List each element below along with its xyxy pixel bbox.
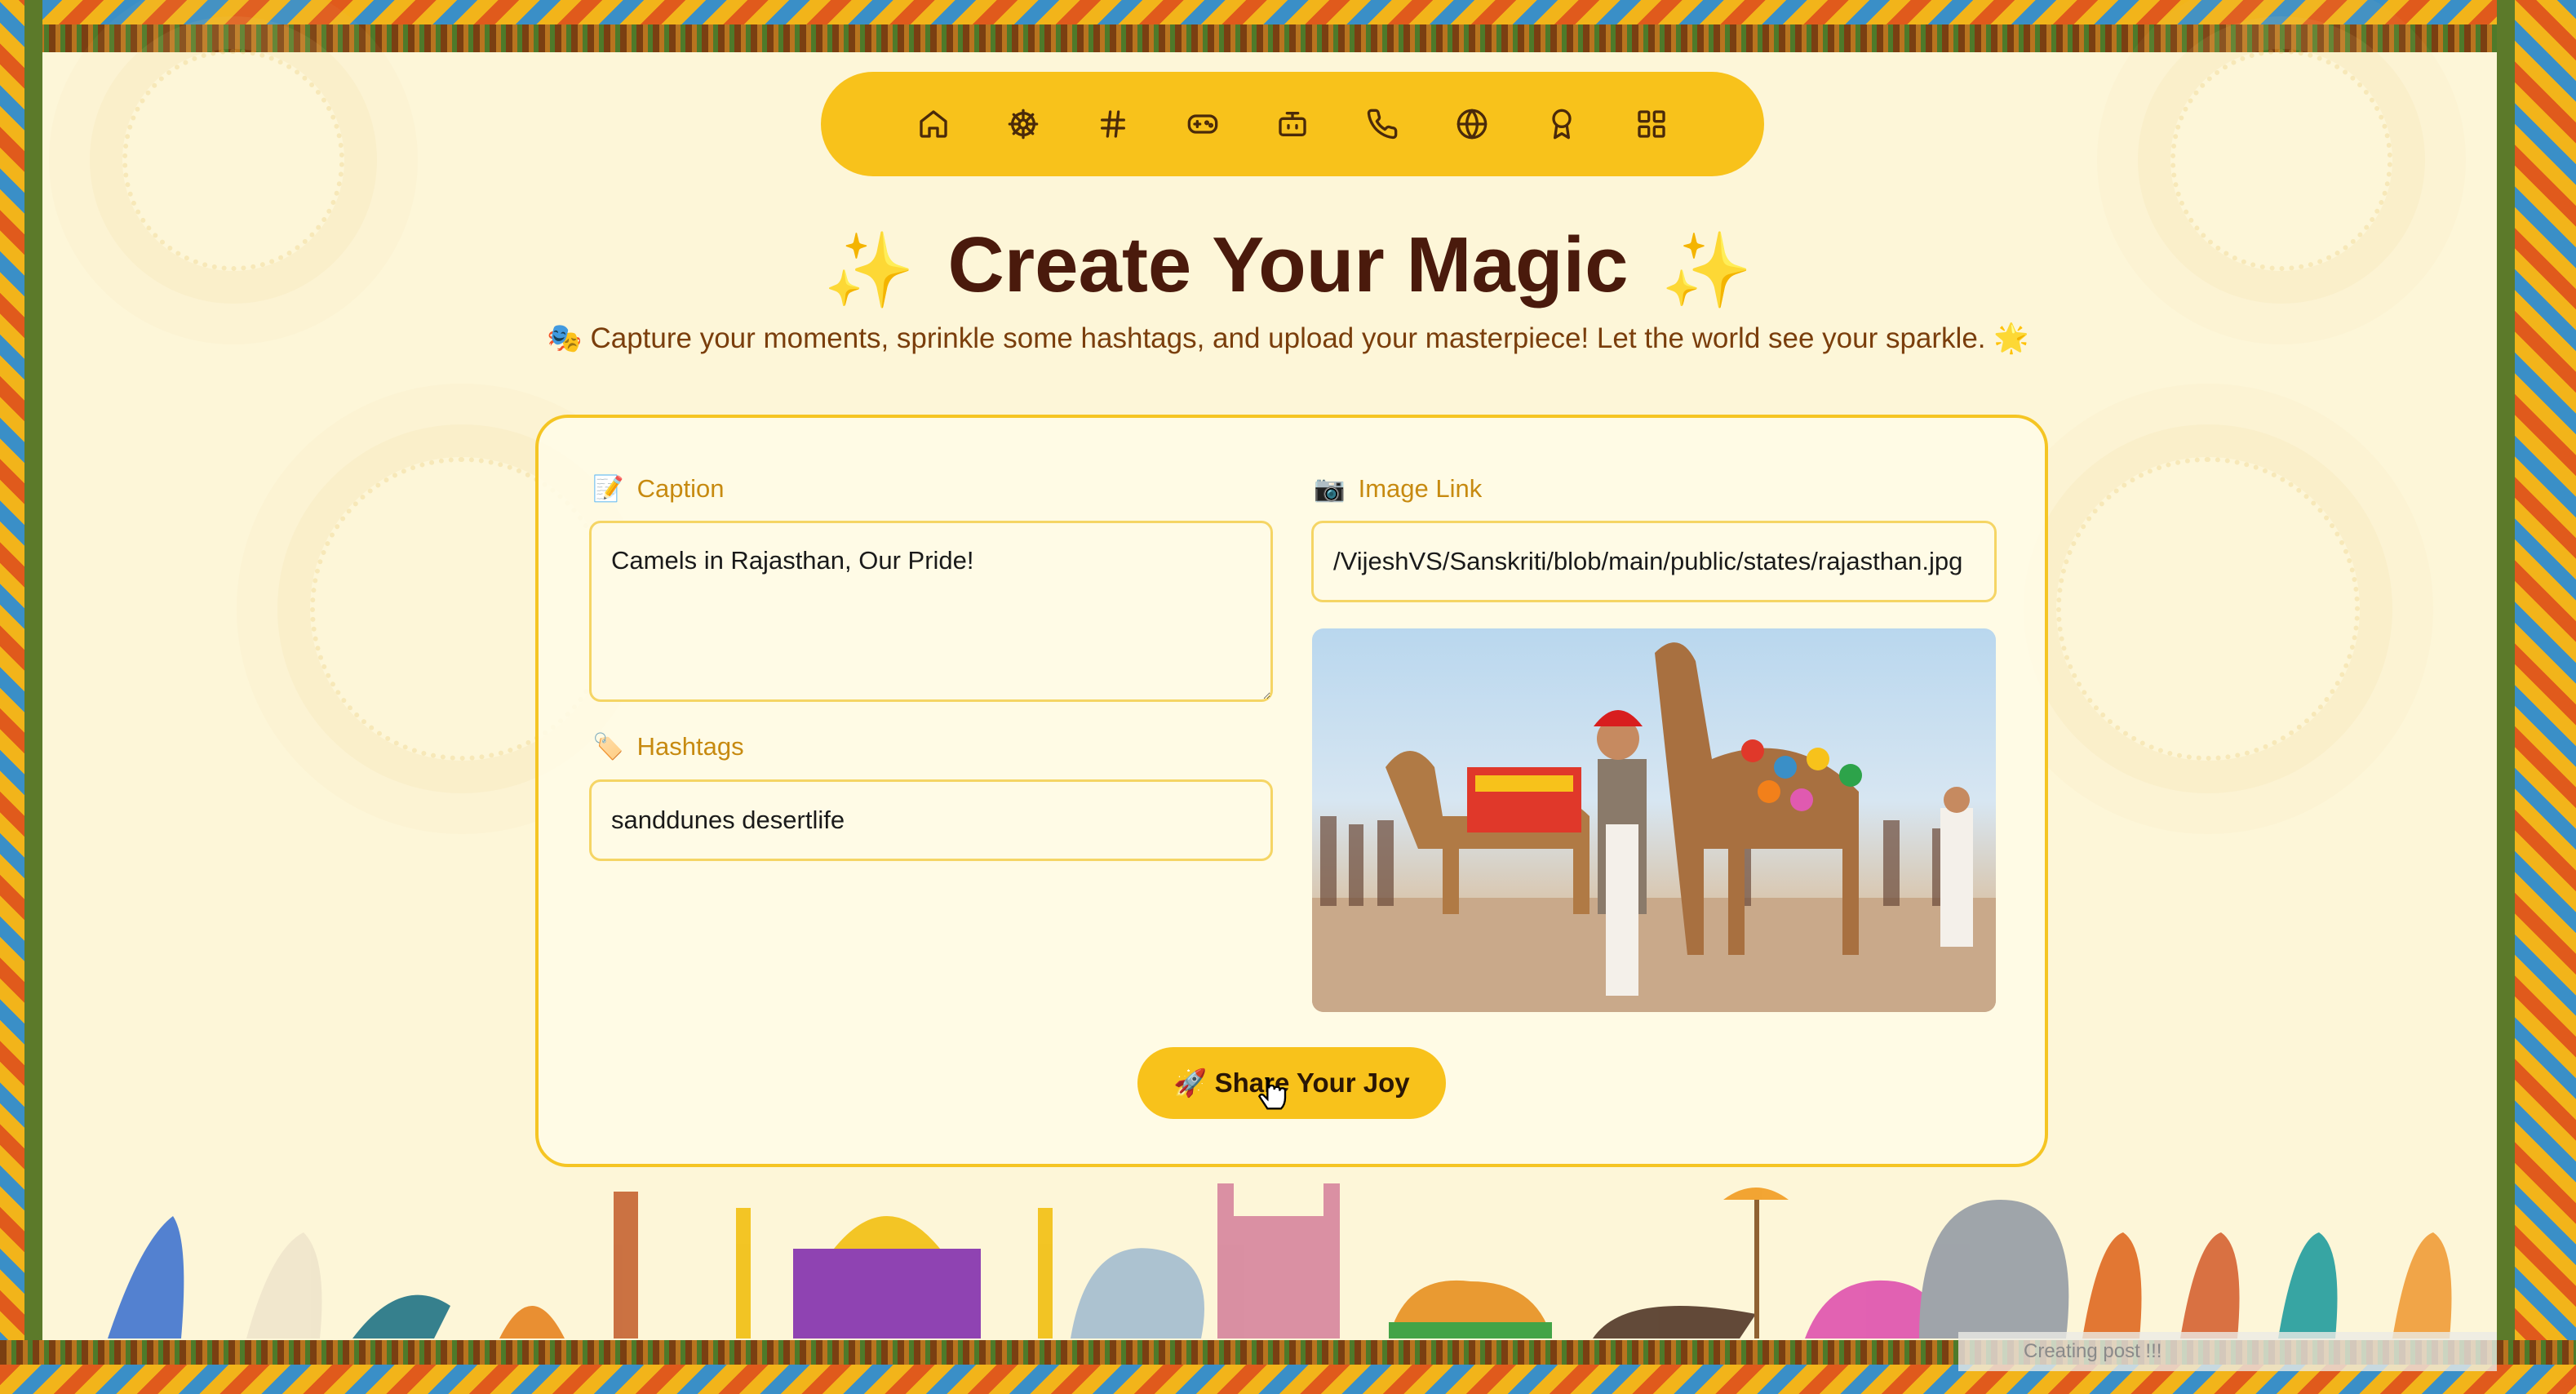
image-link-label: 📷 Image Link	[1314, 473, 1482, 504]
hashtags-label: 🏷️ Hashtags	[592, 731, 744, 761]
caption-label-text: Caption	[636, 474, 725, 503]
tag-icon: 🏷️	[592, 732, 624, 761]
sparkle-icon: ✨	[1660, 230, 1753, 313]
page-title: ✨ Create Your Magic ✨	[0, 220, 2576, 313]
status-toast: Creating post !!!	[1958, 1332, 2497, 1371]
hashtags-label-text: Hashtags	[636, 732, 744, 761]
camel-photo-illustration	[1312, 642, 1996, 1012]
share-your-joy-button[interactable]: 🚀 Share Your Joy	[1137, 1047, 1446, 1119]
decorative-border-right	[2497, 0, 2576, 1394]
hashtag-icon[interactable]	[1097, 108, 1129, 140]
hashtags-input[interactable]	[589, 779, 1273, 861]
caption-label: 📝 Caption	[592, 473, 724, 504]
hand-cursor-icon	[1257, 1077, 1287, 1110]
page-title-text: Create Your Magic	[947, 221, 1629, 309]
phone-icon[interactable]	[1366, 108, 1399, 140]
gamepad-icon[interactable]	[1186, 108, 1219, 140]
grid-icon[interactable]	[1635, 108, 1668, 140]
decorative-border-top	[0, 0, 2576, 52]
sparkle-icon: ✨	[823, 230, 916, 313]
image-link-label-text: Image Link	[1358, 474, 1483, 503]
globe-icon[interactable]	[1456, 108, 1488, 140]
decorative-border-left	[0, 0, 42, 1394]
image-link-input[interactable]	[1311, 521, 1997, 602]
mandala-decoration	[2056, 457, 2360, 761]
monuments-illustration	[108, 1183, 2452, 1339]
image-preview	[1312, 628, 1996, 1012]
memo-icon: 📝	[592, 474, 624, 503]
award-icon[interactable]	[1545, 108, 1578, 140]
camera-icon: 📷	[1314, 474, 1346, 503]
ship-wheel-icon[interactable]	[1007, 108, 1040, 140]
bot-icon[interactable]	[1276, 108, 1309, 140]
home-icon[interactable]	[917, 108, 950, 140]
top-navbar	[821, 72, 1764, 176]
page-subtitle: 🎭 Capture your moments, sprinkle some ha…	[547, 322, 2029, 354]
caption-input[interactable]: Camels in Rajasthan, Our Pride!	[589, 521, 1273, 702]
